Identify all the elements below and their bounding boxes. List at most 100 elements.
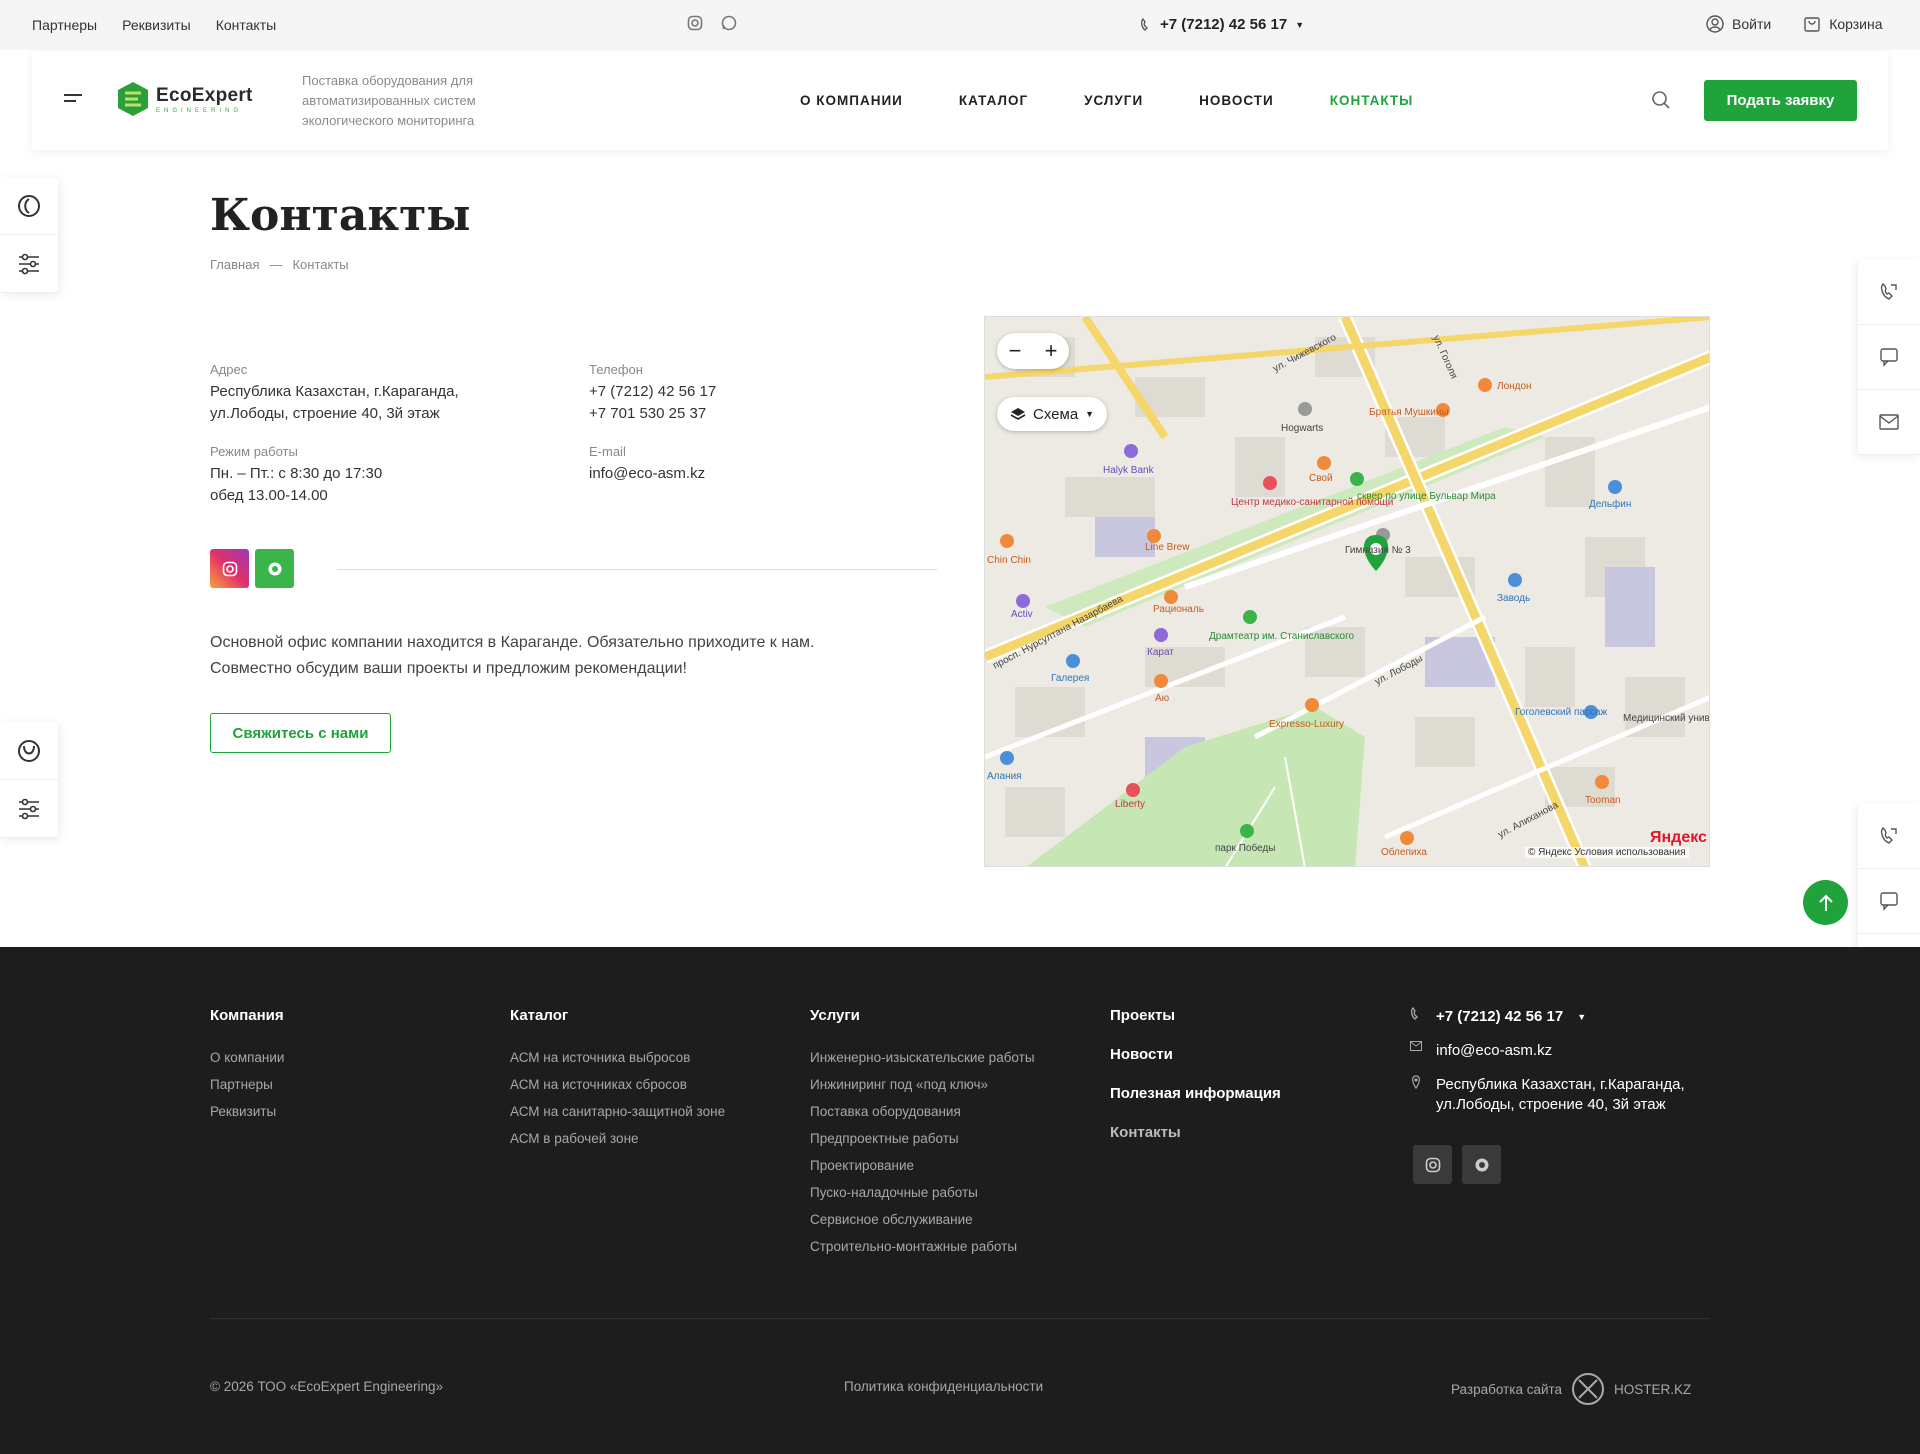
main-nav: О КОМПАНИИ КАТАЛОГ УСЛУГИ НОВОСТИ КОНТАК… <box>800 93 1413 108</box>
map-layer-button[interactable]: Схема ▼ <box>997 397 1108 431</box>
footer-email-value: info@eco-asm.kz <box>1436 1042 1553 1059</box>
footer-col-company: Компания О компании Партнеры Реквизиты <box>210 1007 284 1131</box>
eye-icon <box>18 194 40 217</box>
accessibility-button[interactable] <box>0 177 58 235</box>
zoom-in-button[interactable]: + <box>1045 338 1058 364</box>
login-label: Войти <box>1732 16 1772 32</box>
top-link-partners[interactable]: Партнеры <box>32 17 97 33</box>
callback-button-2[interactable] <box>1858 804 1920 869</box>
footer-whatsapp-button[interactable] <box>1462 1145 1501 1184</box>
map-label: Аю <box>1155 693 1170 704</box>
footer-link[interactable]: О компании <box>210 1050 284 1065</box>
yandex-logo: Яндекс <box>1650 829 1707 846</box>
left-tools-bottom <box>0 722 58 838</box>
phone-link-1[interactable]: +7 (7212) 42 56 17 <box>589 383 716 400</box>
cart-link[interactable]: Корзина <box>1803 15 1883 33</box>
map-label: Activ <box>1011 609 1033 620</box>
layers-icon <box>1010 408 1026 420</box>
mail-button[interactable] <box>1858 390 1920 455</box>
menu-burger-icon[interactable] <box>64 94 82 106</box>
submit-request-button[interactable]: Подать заявку <box>1704 80 1857 121</box>
arrow-up-icon <box>1818 894 1833 911</box>
footer-heading-services[interactable]: Услуги <box>810 1007 1035 1024</box>
email-block: E-mail info@eco-asm.kz <box>589 444 705 485</box>
footer-address: Республика Казахстан, г.Караганда, ул.Ло… <box>1410 1075 1686 1115</box>
login-link[interactable]: Войти <box>1706 15 1771 33</box>
footer-link[interactable]: Проектирование <box>810 1158 1035 1173</box>
footer-link[interactable]: Предпроектные работы <box>810 1131 1035 1146</box>
developer-credit[interactable]: Разработка сайта HOSTER.KZ <box>1451 1371 1691 1407</box>
nav-catalog[interactable]: КАТАЛОГ <box>959 93 1028 108</box>
map-label: Галерея <box>1051 673 1089 684</box>
instagram-icon[interactable] <box>687 15 703 31</box>
zoom-out-button[interactable]: − <box>1009 338 1022 364</box>
footer-phone[interactable]: +7 (7212) 42 56 17 ▼ <box>1410 1007 1686 1027</box>
footer-link[interactable]: Инжиниринг под «под ключ» <box>810 1077 1035 1092</box>
top-phone[interactable]: +7 (7212) 42 56 17 ▼ <box>1140 16 1304 33</box>
chat-button-2[interactable] <box>1858 869 1920 934</box>
chevron-down-icon: ▼ <box>1085 409 1095 419</box>
email-label: E-mail <box>589 444 626 459</box>
yandex-map[interactable]: ул. Чижевского ул. Гоголя Братья Мушкины… <box>984 316 1710 867</box>
breadcrumb-home[interactable]: Главная <box>210 257 259 272</box>
footer-link-projects[interactable]: Проекты <box>1110 1007 1281 1024</box>
map-label: Halyk Bank <box>1103 465 1155 476</box>
phone-link-2[interactable]: +7 701 530 25 37 <box>589 405 706 422</box>
logo-subtext: ENGINEERING <box>156 107 243 114</box>
nav-news[interactable]: НОВОСТИ <box>1199 93 1274 108</box>
map-label: Свой <box>1309 473 1333 484</box>
footer-link[interactable]: Поставка оборудования <box>810 1104 1035 1119</box>
footer-link[interactable]: АСМ в рабочей зоне <box>510 1131 725 1146</box>
footer-link[interactable]: АСМ на санитарно-защитной зоне <box>510 1104 725 1119</box>
chat-button[interactable] <box>1858 325 1920 390</box>
map-label: Hogwarts <box>1281 423 1323 434</box>
breadcrumb: Главная — Контакты <box>210 257 349 272</box>
footer-link[interactable]: Партнеры <box>210 1077 284 1092</box>
footer-link[interactable]: Инженерно-изыскательские работы <box>810 1050 1035 1065</box>
nav-about[interactable]: О КОМПАНИИ <box>800 93 903 108</box>
footer-email[interactable]: info@eco-asm.kz <box>1410 1041 1686 1061</box>
footer-instagram-button[interactable] <box>1413 1145 1452 1184</box>
footer-link[interactable]: Реквизиты <box>210 1104 284 1119</box>
footer-link[interactable]: Сервисное обслуживание <box>810 1212 1035 1227</box>
scroll-top-button[interactable] <box>1803 880 1848 925</box>
logo[interactable]: EcoExpert ENGINEERING <box>116 81 253 117</box>
top-link-contacts[interactable]: Контакты <box>216 17 276 33</box>
office-description: Основной офис компании находится в Караг… <box>210 634 815 677</box>
whatsapp-icon[interactable] <box>721 15 737 31</box>
map-label: Карат <box>1147 647 1174 658</box>
whatsapp-button[interactable] <box>255 549 294 588</box>
callback-button[interactable] <box>1858 260 1920 325</box>
map-label: Облепиха <box>1381 846 1427 858</box>
email-link[interactable]: info@eco-asm.kz <box>589 465 705 482</box>
footer-link-news[interactable]: Новости <box>1110 1046 1281 1063</box>
footer-link[interactable]: Пуско-наладочные работы <box>810 1185 1035 1200</box>
developer-brand: HOSTER.KZ <box>1614 1381 1692 1397</box>
privacy-link[interactable]: Политика конфиденциальности <box>844 1379 1043 1394</box>
map-zoom-control: − + <box>997 333 1069 369</box>
footer-heading-catalog[interactable]: Каталог <box>510 1007 725 1024</box>
footer-copyright: © 2026 ТОО «EcoExpert Engineering» <box>210 1379 443 1394</box>
chat-icon <box>1880 348 1898 367</box>
top-user: Войти Корзина <box>1706 15 1883 33</box>
footer-link-contacts[interactable]: Контакты <box>1110 1124 1281 1141</box>
footer-link[interactable]: Строительно-монтажные работы <box>810 1239 1035 1254</box>
footer-contacts: +7 (7212) 42 56 17 ▼ info@eco-asm.kz Рес… <box>1410 1007 1686 1129</box>
footer-link-info[interactable]: Полезная информация <box>1110 1085 1281 1102</box>
top-link-requisites[interactable]: Реквизиты <box>122 17 191 33</box>
contact-us-button[interactable]: Свяжитесь с нами <box>210 713 391 753</box>
footer-heading-company[interactable]: Компания <box>210 1007 284 1024</box>
footer-col-services: Услуги Инженерно-изыскательские работы И… <box>810 1007 1035 1266</box>
settings-button[interactable] <box>0 235 58 293</box>
nav-services[interactable]: УСЛУГИ <box>1084 93 1143 108</box>
nav-contacts[interactable]: КОНТАКТЫ <box>1330 93 1414 108</box>
settings-button-2[interactable] <box>0 780 58 838</box>
accessibility-button-2[interactable] <box>0 722 58 780</box>
instagram-button[interactable] <box>210 549 249 588</box>
footer-link[interactable]: АСМ на источника выбросов <box>510 1050 725 1065</box>
map-copyright[interactable]: © Яндекс Условия использования <box>1525 847 1689 858</box>
map-label: Дельфин <box>1589 498 1631 510</box>
sliders-icon <box>19 253 39 274</box>
search-icon[interactable] <box>1651 90 1671 110</box>
footer-link[interactable]: АСМ на источниках сбросов <box>510 1077 725 1092</box>
